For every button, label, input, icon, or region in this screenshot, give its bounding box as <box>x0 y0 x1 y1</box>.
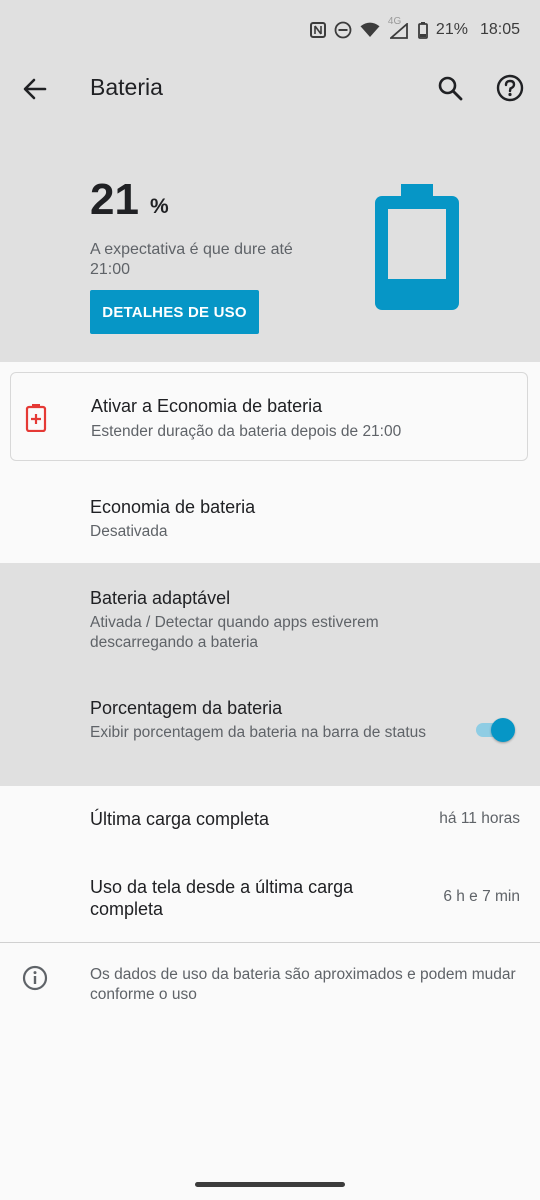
nfc-icon <box>309 22 326 38</box>
status-bar: 4G 21% 18:05 <box>0 0 540 60</box>
battery-plus-icon <box>25 404 47 432</box>
arrow-back-icon[interactable] <box>20 74 50 104</box>
battery-percent-value: 21 <box>90 175 139 224</box>
battery-percent-unit: % <box>150 195 169 218</box>
battery-large-icon <box>375 184 459 310</box>
status-battery-percent: 21% <box>435 21 468 38</box>
wifi-icon <box>360 22 380 37</box>
adaptive-battery-title: Bateria adaptável <box>90 588 231 608</box>
battery-saver-row[interactable]: Economia de bateria Desativada <box>0 472 540 562</box>
search-icon[interactable] <box>435 73 465 103</box>
saver-card-title: Ativar a Economia de bateria <box>91 396 323 416</box>
battery-percentage-subtitle: Exibir porcentagem da bateria na barra d… <box>90 724 427 741</box>
screen-usage-value: 6 h e 7 min <box>443 888 520 905</box>
do-not-disturb-icon <box>334 21 352 39</box>
battery-saver-title: Economia de bateria <box>90 497 256 517</box>
battery-usage-info-text: Os dados de uso da bateria são aproximad… <box>90 966 516 1003</box>
last-full-charge-row: Última carga completa há 11 horas <box>0 786 540 852</box>
page-title: Bateria <box>90 74 163 100</box>
battery-percentage-row[interactable]: Porcentagem da bateria Exibir porcentage… <box>0 673 540 786</box>
toggle-thumb <box>491 718 515 742</box>
status-time: 18:05 <box>479 21 520 38</box>
last-full-charge-label: Última carga completa <box>90 809 270 829</box>
status-icons: 4G 21% 18:05 <box>309 16 520 41</box>
battery-expectation: A expectativa é que dure até 21:00 <box>90 241 293 278</box>
info-icon <box>22 965 48 991</box>
screen-usage-label: Uso da tela desde a última carga complet… <box>90 877 354 919</box>
usage-details-button[interactable]: DETALHES DE USO <box>90 290 259 334</box>
divider <box>0 942 540 943</box>
help-icon[interactable] <box>495 73 525 103</box>
battery-saver-suggestion-card[interactable]: Ativar a Economia de bateria Estender du… <box>10 372 528 461</box>
battery-icon <box>418 21 428 39</box>
navigation-gesture-pill[interactable] <box>195 1182 345 1187</box>
battery-percentage-toggle[interactable] <box>474 716 516 744</box>
app-bar: Bateria <box>0 60 540 118</box>
last-full-charge-value: há 11 horas <box>439 810 520 827</box>
adaptive-battery-row[interactable]: Bateria adaptável Ativada / Detectar qua… <box>0 563 540 673</box>
adaptive-battery-subtitle: Ativada / Detectar quando apps estiverem… <box>90 614 379 651</box>
battery-percentage-title: Porcentagem da bateria <box>90 698 283 718</box>
screen-usage-row: Uso da tela desde a última carga complet… <box>0 852 540 940</box>
battery-saver-subtitle: Desativada <box>90 523 168 540</box>
saver-card-subtitle: Estender duração da bateria depois de 21… <box>91 423 402 440</box>
cell-signal-icon: 4G <box>388 16 410 40</box>
battery-header: 21 % A expectativa é que dure até 21:00 … <box>0 118 540 362</box>
